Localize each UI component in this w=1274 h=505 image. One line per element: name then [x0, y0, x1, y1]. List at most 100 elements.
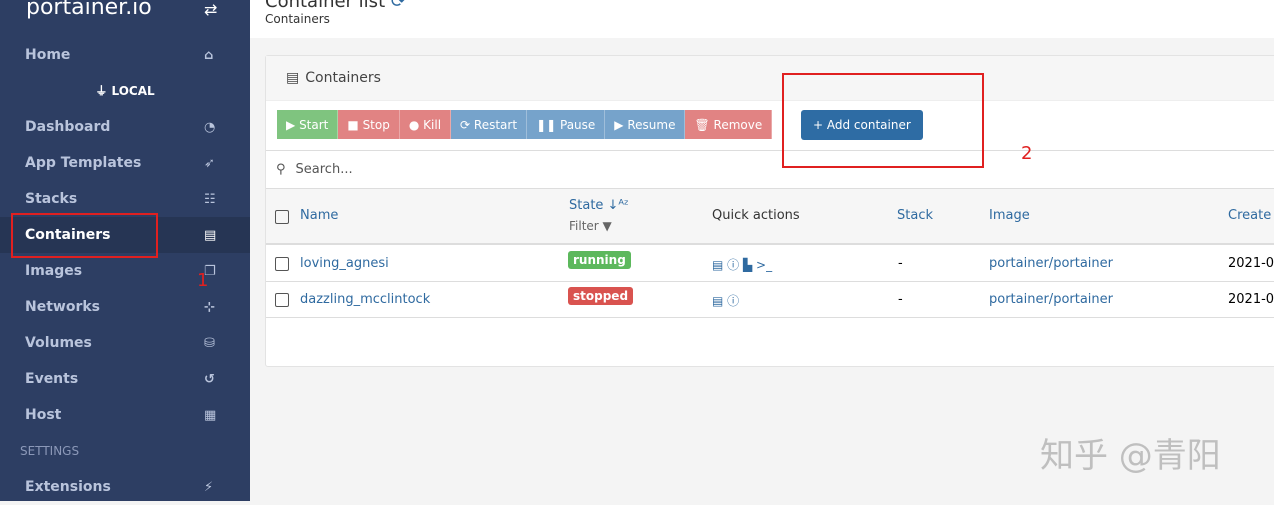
annotation-box-2 — [782, 73, 984, 168]
image-link[interactable]: portainer/portainer — [989, 256, 1113, 271]
refresh-icon[interactable]: ⟳ — [391, 0, 406, 12]
created-value: 2021-08 — [1228, 292, 1274, 307]
annotation-box-1 — [11, 213, 158, 258]
play-icon: ▶ — [286, 117, 296, 132]
sidebar-item-dashboard[interactable]: Dashboard ◔ — [0, 109, 250, 145]
filter-label: Filter — [569, 219, 599, 233]
start-button[interactable]: ▶ Start — [277, 110, 339, 139]
column-image[interactable]: Image — [989, 208, 1030, 223]
cubes-icon: ⛁ — [204, 335, 215, 351]
rocket-icon: ➶ — [204, 155, 215, 171]
label: Volumes — [25, 335, 92, 351]
column-created[interactable]: Create — [1228, 208, 1271, 223]
endpoint-label: ⏚ LOCAL — [95, 84, 155, 98]
sidebar-item-events[interactable]: Events ↺ — [0, 361, 250, 397]
row-checkbox[interactable] — [275, 257, 289, 271]
stack-value: - — [898, 292, 903, 307]
title-text: Container list — [265, 0, 386, 12]
annotation-number-2: 2 — [1021, 143, 1033, 164]
sidebar-item-stacks[interactable]: Stacks ☷ — [0, 181, 250, 217]
select-all-checkbox[interactable] — [275, 210, 289, 224]
label: App Templates — [25, 155, 142, 171]
page-title: Container list ⟳ — [265, 0, 406, 12]
quick-actions[interactable]: ▤ ⓘ — [712, 292, 739, 309]
action-buttons: ▶ Start ■ Stop ● Kill ⟳ Restart ❚❚ Pause… — [277, 110, 773, 139]
container-name[interactable]: loving_agnesi — [300, 256, 389, 271]
play-icon: ▶ — [614, 117, 624, 132]
created-value: 2021-08 — [1228, 256, 1274, 271]
remove-button[interactable]: 🗑 Remove — [685, 110, 773, 139]
row-checkbox[interactable] — [275, 293, 289, 307]
sidebar-item-app-templates[interactable]: App Templates ➶ — [0, 145, 250, 181]
search-bar[interactable]: ⚲ Search... — [266, 150, 1274, 189]
sidebar-item-networks[interactable]: Networks ⊹ — [0, 289, 250, 325]
annotation-number-1: 1 — [197, 270, 209, 291]
column-quick-actions: Quick actions — [712, 208, 800, 223]
bomb-icon: ● — [408, 117, 420, 132]
dashboard-icon: ◔ — [204, 119, 216, 135]
table-header: Name State ↓ᴬᶻ Filter ▼ Quick actions St… — [266, 189, 1274, 245]
column-stack[interactable]: Stack — [897, 208, 933, 223]
stack-value: - — [898, 256, 903, 271]
watermark: 知乎 @青阳 — [1040, 436, 1221, 476]
settings-heading: SETTINGS — [20, 444, 80, 458]
label: Networks — [25, 299, 101, 315]
containers-panel: ▤ Containers ▶ Start ■ Stop ● Kill ⟳ Rest… — [265, 55, 1274, 367]
history-icon: ↺ — [204, 371, 215, 387]
bolt-icon: ⚡ — [204, 479, 214, 495]
state-filter[interactable]: Filter ▼ — [569, 219, 612, 233]
filter-icon: ▼ — [602, 219, 612, 233]
label: Resume — [627, 117, 676, 132]
sidebar-item-volumes[interactable]: Volumes ⛁ — [0, 325, 250, 361]
status-badge: running — [568, 251, 631, 269]
breadcrumb: Containers — [265, 12, 330, 26]
refresh-icon: ⟳ — [460, 117, 471, 132]
sidebar-item-images[interactable]: Images ❐ — [0, 253, 250, 289]
pause-button[interactable]: ❚❚ Pause — [527, 110, 606, 139]
stop-button[interactable]: ■ Stop — [338, 110, 400, 139]
header: Container list ⟳ Containers — [250, 0, 1274, 38]
label: Remove — [713, 117, 763, 132]
search-icon: ⚲ — [276, 162, 286, 177]
image-link[interactable]: portainer/portainer — [989, 292, 1113, 307]
kill-button[interactable]: ● Kill — [399, 110, 452, 139]
label: Extensions — [25, 479, 111, 495]
column-state[interactable]: State ↓ᴬᶻ — [569, 198, 629, 213]
label: Stop — [362, 117, 390, 132]
label: Pause — [560, 117, 596, 132]
sidebar-item-host[interactable]: Host ▦ — [0, 397, 250, 433]
sitemap-icon: ⊹ — [204, 299, 215, 315]
quick-actions[interactable]: ▤ ⓘ ▙ >_ — [712, 256, 772, 273]
grid-icon: ▦ — [204, 407, 217, 423]
trash-icon: 🗑 — [694, 117, 710, 132]
container-name[interactable]: dazzling_mcclintock — [300, 292, 430, 307]
label: Start — [299, 117, 329, 132]
label: Restart — [473, 117, 518, 132]
home-icon: ⌂ — [204, 47, 214, 63]
label: Home — [25, 47, 71, 63]
search-input[interactable]: Search... — [296, 162, 353, 177]
resume-button[interactable]: ▶ Resume — [605, 110, 686, 139]
stop-icon: ■ — [347, 117, 359, 132]
endpoint-name: LOCAL — [111, 84, 155, 98]
panel-header: ▤ Containers — [266, 56, 1274, 101]
column-name[interactable]: Name — [300, 208, 338, 223]
label: Host — [25, 407, 62, 423]
label: Events — [25, 371, 79, 387]
label: Kill — [423, 117, 442, 132]
sidebar-item-home[interactable]: Home ⌂ — [0, 37, 250, 73]
label: Dashboard — [25, 119, 111, 135]
stacks-icon: ☷ — [204, 191, 216, 207]
switch-icon[interactable]: ⇄ — [204, 0, 217, 19]
table-row: loving_agnesi running ▤ ⓘ ▙ >_ - portain… — [266, 247, 1274, 282]
label: Images — [25, 263, 83, 279]
panel-title: Containers — [305, 70, 381, 86]
label: Stacks — [25, 191, 78, 207]
status-badge: stopped — [568, 287, 634, 305]
sidebar-item-extensions[interactable]: Extensions ⚡ — [0, 469, 250, 505]
table-row: dazzling_mcclintock stopped ▤ ⓘ - portai… — [266, 283, 1274, 318]
server-icon: ▤ — [286, 70, 300, 86]
server-icon: ▤ — [204, 227, 217, 243]
pause-icon: ❚❚ — [536, 117, 557, 132]
restart-button[interactable]: ⟳ Restart — [451, 110, 528, 139]
